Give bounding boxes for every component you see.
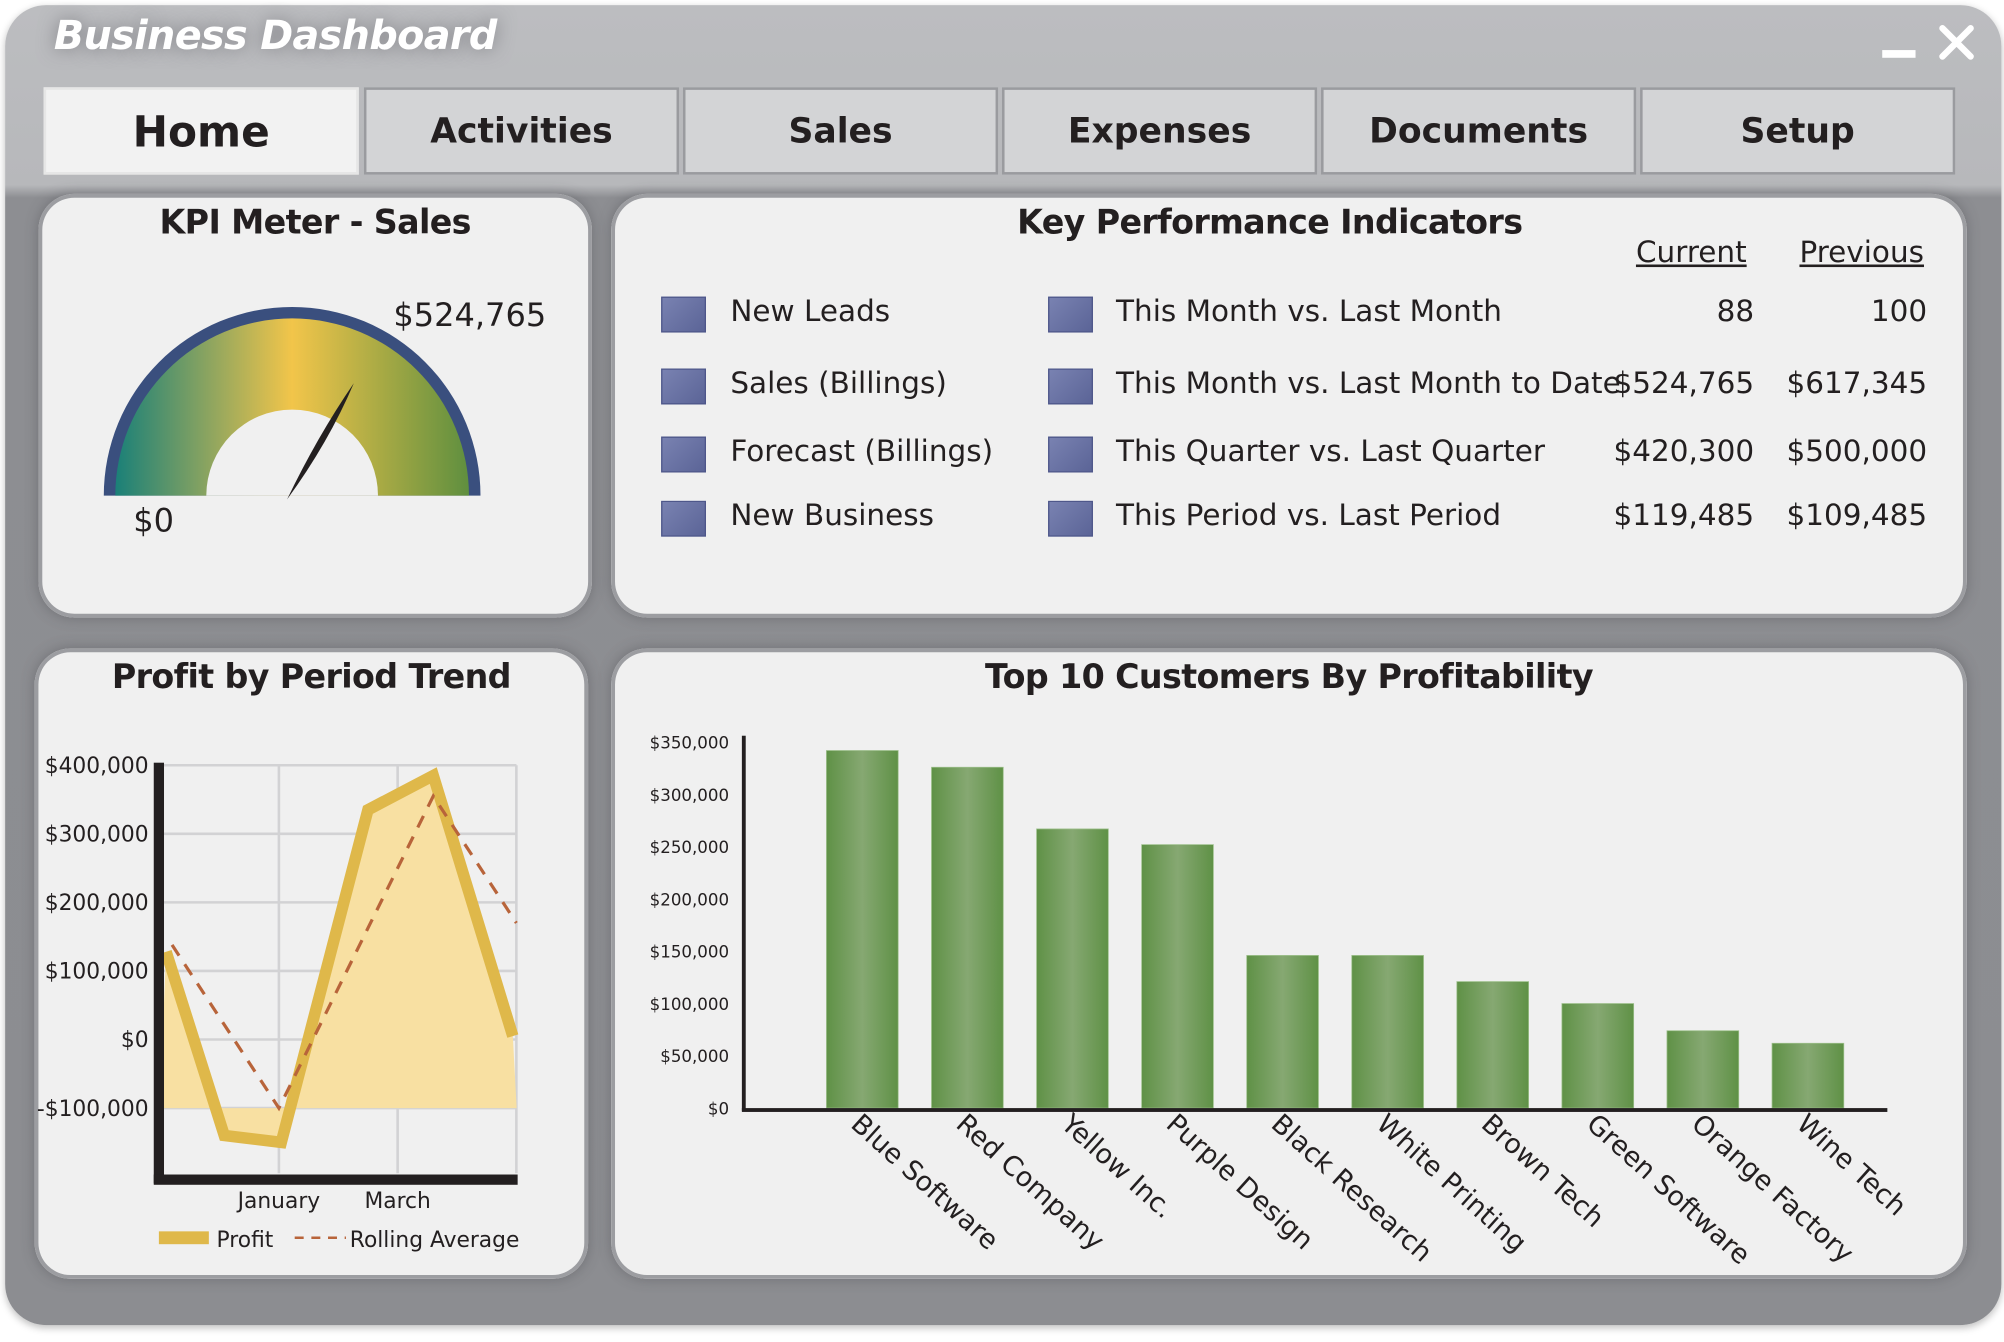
bar [1141,844,1214,1109]
y-tick-label: $200,000 [650,890,729,909]
y-tick-label: $50,000 [660,1047,729,1066]
y-tick-label: $250,000 [650,838,729,857]
bar [931,766,1004,1109]
y-tick-label: $100,000 [650,995,729,1014]
bar [826,750,899,1109]
bar [1456,981,1529,1109]
top-customers-chart: $350,000 $300,000 $250,000 $200,000 $150,000… [650,734,1912,1272]
bar [1666,1030,1740,1109]
x-axis [741,1108,1888,1112]
bar [1771,1042,1845,1109]
bar [1036,828,1109,1109]
bar [1561,1003,1635,1109]
y-tick-label: $300,000 [650,786,729,805]
bar [1246,955,1319,1109]
y-tick-label: $350,000 [650,734,729,753]
y-tick-label: $0 [708,1099,729,1118]
y-tick-label: $150,000 [650,943,729,962]
bar [1351,955,1424,1109]
y-axis [741,735,746,1111]
